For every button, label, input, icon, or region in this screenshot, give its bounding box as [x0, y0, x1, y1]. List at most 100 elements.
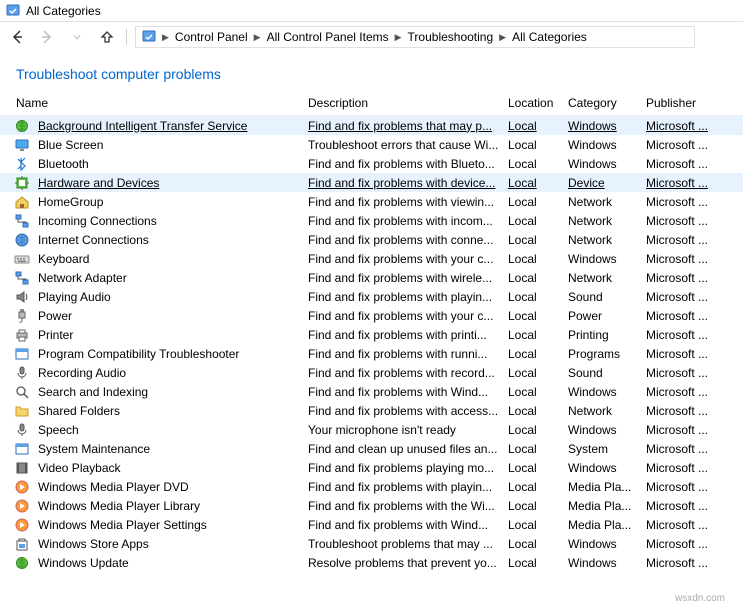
item-publisher: Microsoft ...: [644, 423, 720, 437]
item-description: Find and fix problems with incom...: [306, 214, 506, 228]
chevron-right-icon[interactable]: ▶: [160, 32, 171, 43]
list-item[interactable]: PrinterFind and fix problems with printi…: [0, 325, 743, 344]
item-description: Find and fix problems with viewin...: [306, 195, 506, 209]
list-item[interactable]: Video PlaybackFind and fix problems play…: [0, 458, 743, 477]
item-location: Local: [506, 366, 566, 380]
item-publisher: Microsoft ...: [644, 499, 720, 513]
item-location: Local: [506, 518, 566, 532]
item-name: Shared Folders: [36, 404, 306, 418]
item-name: Internet Connections: [36, 233, 306, 247]
chevron-right-icon[interactable]: ▶: [252, 32, 263, 43]
item-description: Troubleshoot problems that may ...: [306, 537, 506, 551]
item-category: Windows: [566, 423, 644, 437]
item-location: Local: [506, 138, 566, 152]
chevron-right-icon[interactable]: ▶: [393, 32, 404, 43]
list-item[interactable]: Windows Media Player DVDFind and fix pro…: [0, 477, 743, 496]
list-item[interactable]: Windows Media Player SettingsFind and fi…: [0, 515, 743, 534]
list-item[interactable]: Network AdapterFind and fix problems wit…: [0, 268, 743, 287]
item-description: Find and fix problems with playin...: [306, 480, 506, 494]
list-item[interactable]: Shared FoldersFind and fix problems with…: [0, 401, 743, 420]
column-header-description[interactable]: Description: [306, 92, 506, 114]
breadcrumb-item[interactable]: All Categories: [510, 30, 589, 44]
list-item[interactable]: Recording AudioFind and fix problems wit…: [0, 363, 743, 382]
film-icon: [14, 460, 30, 476]
breadcrumb-item[interactable]: Control Panel: [173, 30, 250, 44]
item-location: Local: [506, 119, 566, 133]
breadcrumb[interactable]: ▶ Control Panel ▶ All Control Panel Item…: [135, 26, 695, 48]
back-button[interactable]: [6, 26, 28, 48]
item-name: Windows Media Player Library: [36, 499, 306, 513]
column-header-category[interactable]: Category: [566, 92, 644, 114]
item-description: Your microphone isn't ready: [306, 423, 506, 437]
list-item[interactable]: Blue ScreenTroubleshoot errors that caus…: [0, 135, 743, 154]
list-item[interactable]: PowerFind and fix problems with your c..…: [0, 306, 743, 325]
mic-icon: [14, 422, 30, 438]
list-item[interactable]: Incoming ConnectionsFind and fix problem…: [0, 211, 743, 230]
item-description: Find and fix problems with the Wi...: [306, 499, 506, 513]
titlebar: All Categories: [0, 0, 743, 22]
nav-separator: [126, 29, 127, 45]
item-name: Network Adapter: [36, 271, 306, 285]
item-category: Network: [566, 271, 644, 285]
item-category: Windows: [566, 537, 644, 551]
breadcrumb-item[interactable]: Troubleshooting: [406, 30, 496, 44]
item-category: Media Pla...: [566, 518, 644, 532]
list-item[interactable]: Playing AudioFind and fix problems with …: [0, 287, 743, 306]
item-location: Local: [506, 252, 566, 266]
list-item[interactable]: Windows UpdateResolve problems that prev…: [0, 553, 743, 572]
item-location: Local: [506, 328, 566, 342]
list-item[interactable]: Hardware and DevicesFind and fix problem…: [0, 173, 743, 192]
item-location: Local: [506, 404, 566, 418]
store-icon: [14, 536, 30, 552]
item-description: Find and fix problems with record...: [306, 366, 506, 380]
globe-arrows-icon: [14, 118, 30, 134]
recent-dropdown-icon[interactable]: [66, 26, 88, 48]
item-location: Local: [506, 290, 566, 304]
column-header-location[interactable]: Location: [506, 92, 566, 114]
list-item[interactable]: Background Intelligent Transfer ServiceF…: [0, 116, 743, 135]
item-category: Sound: [566, 290, 644, 304]
list-item[interactable]: Windows Store AppsTroubleshoot problems …: [0, 534, 743, 553]
item-location: Local: [506, 385, 566, 399]
column-header-publisher[interactable]: Publisher: [644, 92, 720, 114]
list-item[interactable]: System MaintenanceFind and clean up unus…: [0, 439, 743, 458]
monitor-icon: [14, 137, 30, 153]
mic-icon: [14, 365, 30, 381]
chevron-right-icon[interactable]: ▶: [497, 32, 508, 43]
list-item[interactable]: Program Compatibility TroubleshooterFind…: [0, 344, 743, 363]
item-name: Incoming Connections: [36, 214, 306, 228]
list-item[interactable]: Windows Media Player LibraryFind and fix…: [0, 496, 743, 515]
item-location: Local: [506, 499, 566, 513]
up-button[interactable]: [96, 26, 118, 48]
column-header-name[interactable]: Name: [14, 92, 306, 114]
bluetooth-icon: [14, 156, 30, 172]
network-icon: [14, 270, 30, 286]
list-item[interactable]: SpeechYour microphone isn't readyLocalWi…: [0, 420, 743, 439]
list-item[interactable]: Search and IndexingFind and fix problems…: [0, 382, 743, 401]
item-category: Windows: [566, 556, 644, 570]
item-description: Find and fix problems with Wind...: [306, 518, 506, 532]
item-category: Media Pla...: [566, 499, 644, 513]
item-description: Find and fix problems with wirele...: [306, 271, 506, 285]
columns-header: Name Description Location Category Publi…: [0, 90, 743, 116]
item-description: Find and fix problems with conne...: [306, 233, 506, 247]
item-category: Printing: [566, 328, 644, 342]
item-publisher: Microsoft ...: [644, 119, 720, 133]
item-publisher: Microsoft ...: [644, 404, 720, 418]
breadcrumb-icon: [142, 30, 156, 44]
window-title: All Categories: [26, 4, 101, 18]
forward-button[interactable]: [36, 26, 58, 48]
search-icon: [14, 384, 30, 400]
item-category: Windows: [566, 138, 644, 152]
list-item[interactable]: HomeGroupFind and fix problems with view…: [0, 192, 743, 211]
item-name: Bluetooth: [36, 157, 306, 171]
item-category: Windows: [566, 157, 644, 171]
list-item[interactable]: KeyboardFind and fix problems with your …: [0, 249, 743, 268]
app-icon: [6, 4, 20, 18]
breadcrumb-item[interactable]: All Control Panel Items: [265, 30, 391, 44]
list-item[interactable]: BluetoothFind and fix problems with Blue…: [0, 154, 743, 173]
item-publisher: Microsoft ...: [644, 290, 720, 304]
list-item[interactable]: Internet ConnectionsFind and fix problem…: [0, 230, 743, 249]
item-publisher: Microsoft ...: [644, 176, 720, 190]
item-publisher: Microsoft ...: [644, 309, 720, 323]
